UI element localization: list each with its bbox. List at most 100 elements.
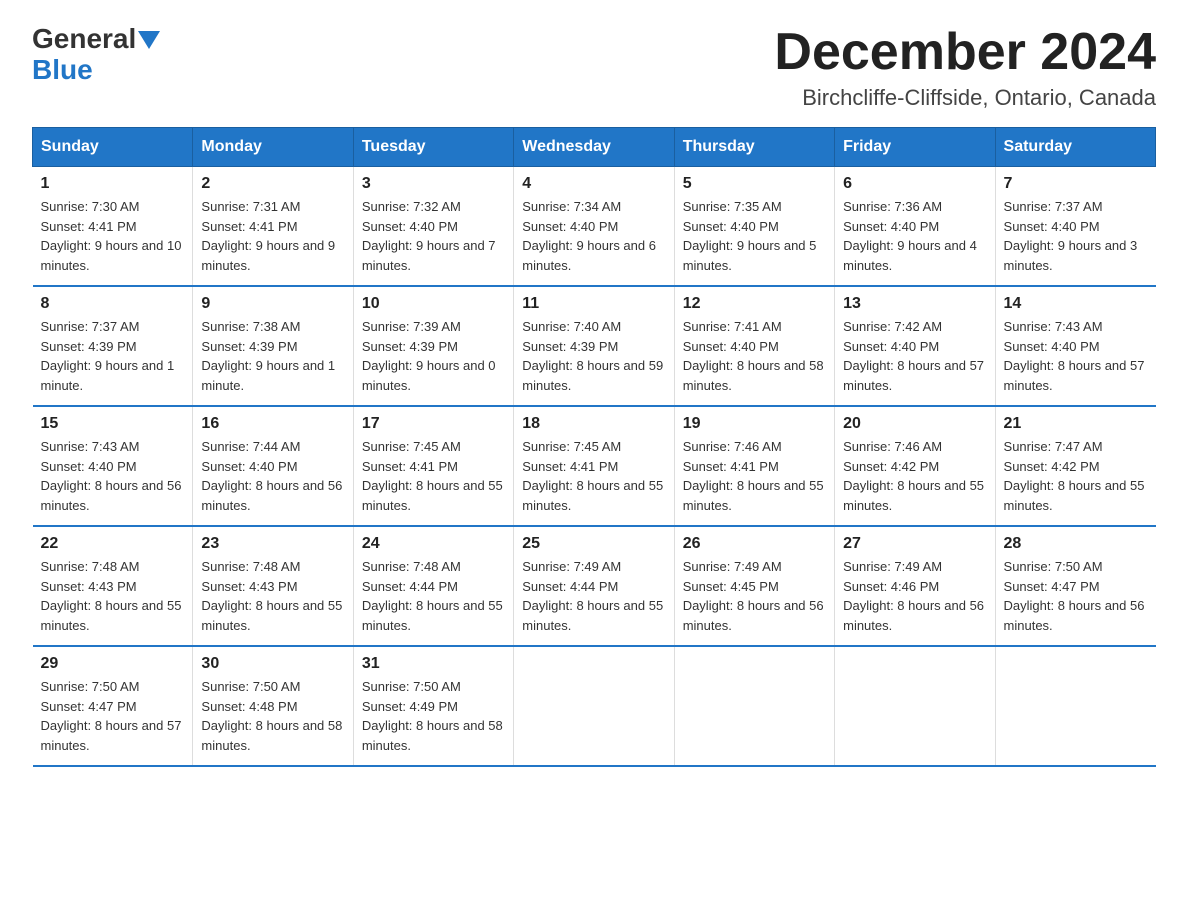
table-row: 20 Sunrise: 7:46 AMSunset: 4:42 PMDaylig… — [835, 406, 995, 526]
calendar-week-row: 1 Sunrise: 7:30 AMSunset: 4:41 PMDayligh… — [33, 167, 1156, 287]
day-number: 11 — [522, 295, 665, 313]
logo-general: General — [32, 24, 136, 55]
col-monday: Monday — [193, 128, 353, 167]
logo: General Blue — [32, 24, 160, 86]
day-number: 29 — [41, 655, 185, 673]
day-info: Sunrise: 7:50 AMSunset: 4:49 PMDaylight:… — [362, 679, 503, 753]
day-info: Sunrise: 7:37 AMSunset: 4:39 PMDaylight:… — [41, 319, 175, 393]
table-row: 13 Sunrise: 7:42 AMSunset: 4:40 PMDaylig… — [835, 286, 995, 406]
day-info: Sunrise: 7:30 AMSunset: 4:41 PMDaylight:… — [41, 199, 182, 273]
col-wednesday: Wednesday — [514, 128, 674, 167]
table-row: 26 Sunrise: 7:49 AMSunset: 4:45 PMDaylig… — [674, 526, 834, 646]
table-row: 9 Sunrise: 7:38 AMSunset: 4:39 PMDayligh… — [193, 286, 353, 406]
day-number: 8 — [41, 295, 185, 313]
table-row: 29 Sunrise: 7:50 AMSunset: 4:47 PMDaylig… — [33, 646, 193, 766]
table-row: 21 Sunrise: 7:47 AMSunset: 4:42 PMDaylig… — [995, 406, 1155, 526]
day-number: 26 — [683, 535, 826, 553]
col-friday: Friday — [835, 128, 995, 167]
table-row: 25 Sunrise: 7:49 AMSunset: 4:44 PMDaylig… — [514, 526, 674, 646]
table-row: 24 Sunrise: 7:48 AMSunset: 4:44 PMDaylig… — [353, 526, 513, 646]
day-number: 30 — [201, 655, 344, 673]
table-row: 16 Sunrise: 7:44 AMSunset: 4:40 PMDaylig… — [193, 406, 353, 526]
day-number: 6 — [843, 175, 986, 193]
table-row: 18 Sunrise: 7:45 AMSunset: 4:41 PMDaylig… — [514, 406, 674, 526]
table-row: 19 Sunrise: 7:46 AMSunset: 4:41 PMDaylig… — [674, 406, 834, 526]
table-row: 14 Sunrise: 7:43 AMSunset: 4:40 PMDaylig… — [995, 286, 1155, 406]
page-header: General Blue December 2024 Birchcliffe-C… — [32, 24, 1156, 111]
table-row: 31 Sunrise: 7:50 AMSunset: 4:49 PMDaylig… — [353, 646, 513, 766]
logo-arrow-icon — [138, 31, 160, 49]
day-info: Sunrise: 7:48 AMSunset: 4:43 PMDaylight:… — [41, 559, 182, 633]
day-number: 2 — [201, 175, 344, 193]
day-info: Sunrise: 7:35 AMSunset: 4:40 PMDaylight:… — [683, 199, 817, 273]
day-number: 24 — [362, 535, 505, 553]
day-info: Sunrise: 7:48 AMSunset: 4:44 PMDaylight:… — [362, 559, 503, 633]
col-tuesday: Tuesday — [353, 128, 513, 167]
day-info: Sunrise: 7:43 AMSunset: 4:40 PMDaylight:… — [41, 439, 182, 513]
day-number: 17 — [362, 415, 505, 433]
day-info: Sunrise: 7:31 AMSunset: 4:41 PMDaylight:… — [201, 199, 335, 273]
day-number: 16 — [201, 415, 344, 433]
day-info: Sunrise: 7:40 AMSunset: 4:39 PMDaylight:… — [522, 319, 663, 393]
col-sunday: Sunday — [33, 128, 193, 167]
table-row: 23 Sunrise: 7:48 AMSunset: 4:43 PMDaylig… — [193, 526, 353, 646]
table-row: 6 Sunrise: 7:36 AMSunset: 4:40 PMDayligh… — [835, 167, 995, 287]
day-number: 13 — [843, 295, 986, 313]
day-number: 21 — [1004, 415, 1148, 433]
table-row: 30 Sunrise: 7:50 AMSunset: 4:48 PMDaylig… — [193, 646, 353, 766]
col-thursday: Thursday — [674, 128, 834, 167]
day-info: Sunrise: 7:36 AMSunset: 4:40 PMDaylight:… — [843, 199, 977, 273]
day-info: Sunrise: 7:37 AMSunset: 4:40 PMDaylight:… — [1004, 199, 1138, 273]
day-number: 31 — [362, 655, 505, 673]
day-number: 19 — [683, 415, 826, 433]
table-row — [514, 646, 674, 766]
table-row: 27 Sunrise: 7:49 AMSunset: 4:46 PMDaylig… — [835, 526, 995, 646]
day-info: Sunrise: 7:49 AMSunset: 4:46 PMDaylight:… — [843, 559, 984, 633]
table-row: 1 Sunrise: 7:30 AMSunset: 4:41 PMDayligh… — [33, 167, 193, 287]
table-row: 12 Sunrise: 7:41 AMSunset: 4:40 PMDaylig… — [674, 286, 834, 406]
col-saturday: Saturday — [995, 128, 1155, 167]
day-info: Sunrise: 7:34 AMSunset: 4:40 PMDaylight:… — [522, 199, 656, 273]
day-info: Sunrise: 7:49 AMSunset: 4:45 PMDaylight:… — [683, 559, 824, 633]
day-number: 3 — [362, 175, 505, 193]
day-info: Sunrise: 7:50 AMSunset: 4:47 PMDaylight:… — [1004, 559, 1145, 633]
day-number: 4 — [522, 175, 665, 193]
day-info: Sunrise: 7:42 AMSunset: 4:40 PMDaylight:… — [843, 319, 984, 393]
logo-blue: Blue — [32, 55, 93, 86]
day-number: 9 — [201, 295, 344, 313]
day-info: Sunrise: 7:50 AMSunset: 4:48 PMDaylight:… — [201, 679, 342, 753]
table-row — [835, 646, 995, 766]
table-row: 5 Sunrise: 7:35 AMSunset: 4:40 PMDayligh… — [674, 167, 834, 287]
day-number: 22 — [41, 535, 185, 553]
table-row: 11 Sunrise: 7:40 AMSunset: 4:39 PMDaylig… — [514, 286, 674, 406]
day-info: Sunrise: 7:47 AMSunset: 4:42 PMDaylight:… — [1004, 439, 1145, 513]
table-row: 2 Sunrise: 7:31 AMSunset: 4:41 PMDayligh… — [193, 167, 353, 287]
calendar-week-row: 15 Sunrise: 7:43 AMSunset: 4:40 PMDaylig… — [33, 406, 1156, 526]
day-number: 5 — [683, 175, 826, 193]
table-row: 3 Sunrise: 7:32 AMSunset: 4:40 PMDayligh… — [353, 167, 513, 287]
day-number: 7 — [1004, 175, 1148, 193]
table-row — [674, 646, 834, 766]
day-info: Sunrise: 7:49 AMSunset: 4:44 PMDaylight:… — [522, 559, 663, 633]
table-row: 15 Sunrise: 7:43 AMSunset: 4:40 PMDaylig… — [33, 406, 193, 526]
day-info: Sunrise: 7:39 AMSunset: 4:39 PMDaylight:… — [362, 319, 496, 393]
table-row: 28 Sunrise: 7:50 AMSunset: 4:47 PMDaylig… — [995, 526, 1155, 646]
day-info: Sunrise: 7:45 AMSunset: 4:41 PMDaylight:… — [522, 439, 663, 513]
table-row — [995, 646, 1155, 766]
day-info: Sunrise: 7:48 AMSunset: 4:43 PMDaylight:… — [201, 559, 342, 633]
title-block: December 2024 Birchcliffe-Cliffside, Ont… — [774, 24, 1156, 111]
day-number: 20 — [843, 415, 986, 433]
day-number: 15 — [41, 415, 185, 433]
day-number: 14 — [1004, 295, 1148, 313]
location-subtitle: Birchcliffe-Cliffside, Ontario, Canada — [774, 85, 1156, 111]
calendar-week-row: 22 Sunrise: 7:48 AMSunset: 4:43 PMDaylig… — [33, 526, 1156, 646]
calendar-week-row: 29 Sunrise: 7:50 AMSunset: 4:47 PMDaylig… — [33, 646, 1156, 766]
day-info: Sunrise: 7:45 AMSunset: 4:41 PMDaylight:… — [362, 439, 503, 513]
day-number: 1 — [41, 175, 185, 193]
calendar-table: Sunday Monday Tuesday Wednesday Thursday… — [32, 127, 1156, 767]
day-info: Sunrise: 7:46 AMSunset: 4:42 PMDaylight:… — [843, 439, 984, 513]
day-info: Sunrise: 7:38 AMSunset: 4:39 PMDaylight:… — [201, 319, 335, 393]
calendar-header-row: Sunday Monday Tuesday Wednesday Thursday… — [33, 128, 1156, 167]
day-info: Sunrise: 7:44 AMSunset: 4:40 PMDaylight:… — [201, 439, 342, 513]
day-info: Sunrise: 7:41 AMSunset: 4:40 PMDaylight:… — [683, 319, 824, 393]
